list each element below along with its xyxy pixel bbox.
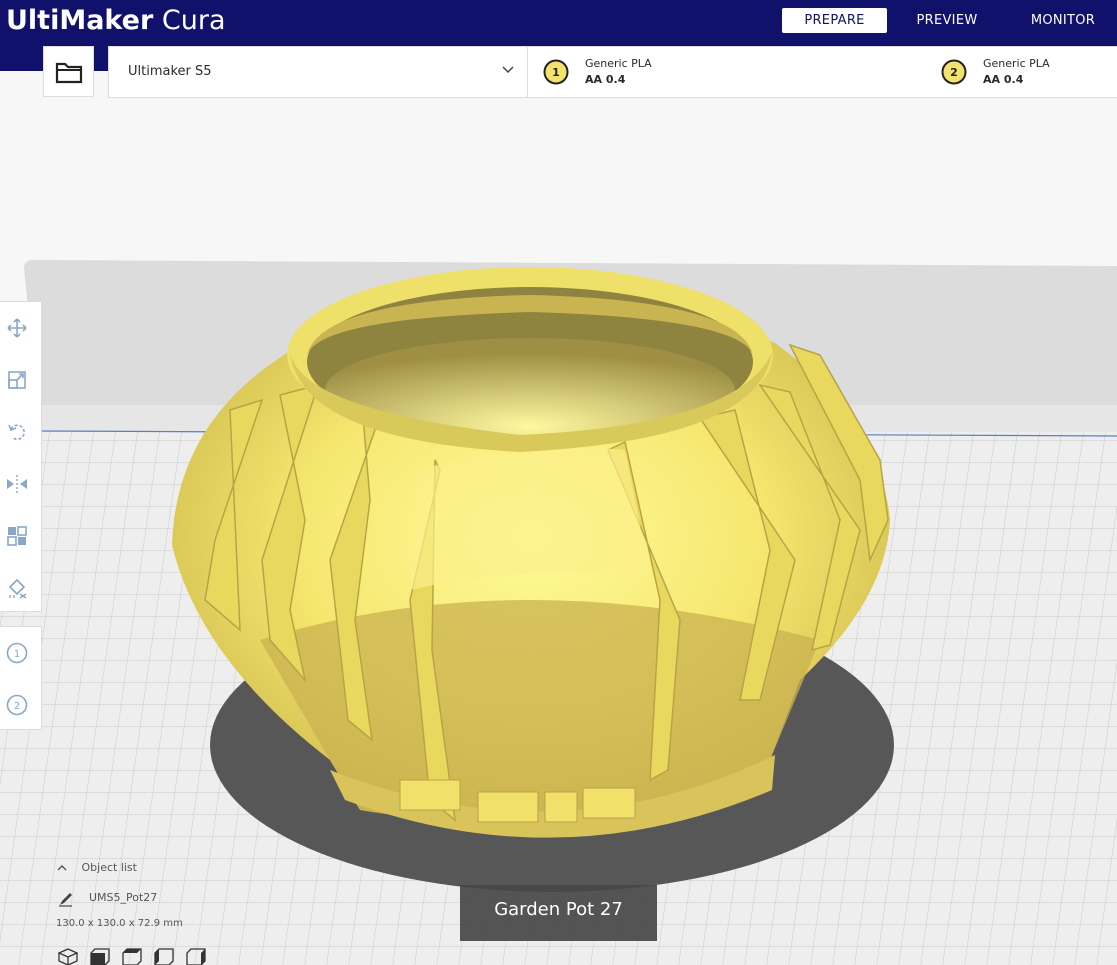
front-view-icon[interactable] (90, 948, 110, 965)
move-icon (7, 318, 27, 338)
mirror-icon (7, 475, 27, 493)
scale-tool-button[interactable] (5, 368, 29, 392)
open-file-button[interactable] (43, 46, 94, 97)
per-model-settings-button[interactable] (5, 524, 29, 548)
chevron-up-icon (57, 865, 67, 871)
tab-prepare[interactable]: PREPARE (782, 8, 887, 33)
extruder-badge-icon: 1 (543, 59, 569, 85)
extruder-nozzle: AA 0.4 (983, 73, 1024, 86)
extruder-material: Generic PLA (983, 57, 1050, 70)
extruder-badge-icon: 2 (941, 59, 967, 85)
extruder-tool-panel: 1 2 (0, 626, 42, 730)
tool-panel (0, 301, 42, 612)
support-blocker-icon (8, 578, 27, 599)
tab-monitor[interactable]: MONITOR (1022, 8, 1104, 33)
support-blocker-button[interactable] (5, 576, 29, 600)
object-list-item[interactable]: UMS5_Pot27 (89, 891, 157, 904)
left-view-icon[interactable] (154, 948, 174, 965)
svg-text:2: 2 (14, 701, 20, 712)
extruder-badge-icon: 2 (6, 694, 28, 716)
rotate-tool-button[interactable] (5, 420, 29, 444)
folder-icon (55, 62, 82, 83)
printer-selector[interactable]: Ultimaker S5 (128, 64, 212, 79)
app-logo: UltiMaker Cura (6, 5, 226, 36)
printer-selector-bar: Ultimaker S5 1 Generic PLA AA 0.4 2 Gene… (108, 46, 1117, 98)
3d-viewport[interactable] (0, 98, 1117, 965)
divider (527, 47, 528, 97)
model-name-tooltip: Garden Pot 27 (460, 885, 657, 941)
pencil-icon[interactable] (58, 891, 74, 907)
top-view-icon[interactable] (122, 948, 142, 965)
svg-text:1: 1 (552, 66, 560, 79)
extruder-nozzle: AA 0.4 (585, 73, 626, 86)
move-tool-button[interactable] (5, 316, 29, 340)
chevron-down-icon[interactable] (501, 63, 515, 77)
mirror-tool-button[interactable] (5, 472, 29, 496)
extruder-2-tool-button[interactable]: 2 (5, 693, 29, 717)
extruder-material: Generic PLA (585, 57, 652, 70)
extruder-1-tool-button[interactable]: 1 (5, 641, 29, 665)
object-list-toggle[interactable]: Object list (56, 861, 137, 874)
object-dimensions: 130.0 x 130.0 x 72.9 mm (56, 918, 183, 929)
3d-view-icon[interactable] (58, 948, 78, 965)
right-view-icon[interactable] (186, 948, 206, 965)
scale-icon (8, 371, 26, 389)
extruder-badge-icon: 1 (6, 642, 28, 664)
tab-preview[interactable]: PREVIEW (906, 8, 988, 33)
per-model-settings-icon (7, 526, 27, 546)
svg-text:2: 2 (950, 66, 958, 79)
svg-text:1: 1 (14, 649, 20, 660)
build-plate-scene (0, 98, 1117, 965)
rotate-icon (8, 424, 25, 441)
object-list-title: Object list (81, 861, 137, 874)
